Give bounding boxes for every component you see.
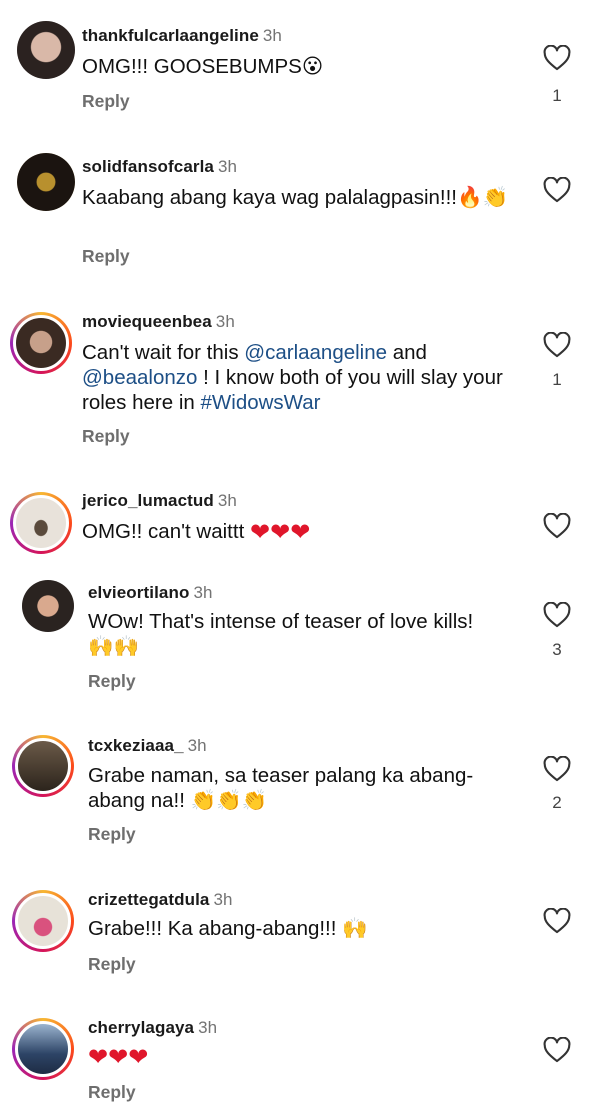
heart-outline-icon[interactable] [543, 602, 571, 628]
reply-button[interactable]: Reply [82, 246, 130, 267]
comment-item: cherrylagaya 3h ❤❤❤ Reply [0, 1010, 600, 1116]
reply-button[interactable]: Reply [82, 91, 130, 112]
comment-item: jerico_lumactud 3h OMG!! can't waittt ❤❤❤ [0, 480, 600, 575]
comment-body: Kaabang abang kaya wag palalagpasin!!! [82, 186, 457, 209]
username[interactable]: elvieortilano [88, 583, 189, 602]
heart-outline-icon[interactable] [543, 177, 571, 203]
comment-header: solidfansofcarla 3h [82, 157, 237, 177]
hashtag-link[interactable]: #WidowsWar [201, 391, 321, 414]
emoji: 👏👏👏 [190, 788, 268, 812]
comment-item: moviequeenbea 3h Can't wait for this @car… [0, 300, 600, 480]
comment-header: crizettegatdula 3h [88, 890, 233, 910]
reply-button[interactable]: Reply [82, 426, 130, 447]
comment-header: cherrylagaya 3h [88, 1018, 217, 1038]
comment-body: OMG!! can't waittt [82, 520, 245, 543]
comment-header: tcxkeziaaa_ 3h [88, 736, 207, 756]
comment-body: Grabe naman, sa teaser palang ka abang-a… [88, 764, 474, 812]
comment-text: Kaabang abang kaya wag palalagpasin!!!🔥👏 [82, 185, 522, 210]
emoji: 🔥👏 [457, 185, 509, 209]
like-count: 2 [552, 793, 562, 812]
heart-outline-icon[interactable] [543, 908, 571, 934]
comment-header: elvieortilano 3h [88, 583, 213, 603]
emoji: 🙌 [342, 916, 368, 940]
emoji: 😮 [301, 54, 324, 78]
comment-text: OMG!!! GOOSEBUMPS😮 [82, 54, 522, 79]
comment-body: WOw! That's intense of teaser of love ki… [88, 610, 474, 633]
heart-outline-icon[interactable] [543, 1037, 571, 1063]
avatar[interactable] [22, 580, 74, 632]
comment-body: Can't wait for this [82, 341, 245, 364]
avatar[interactable] [12, 1018, 74, 1080]
comment-text: ❤❤❤ [88, 1044, 528, 1070]
timestamp: 3h [198, 1018, 218, 1037]
username[interactable]: crizettegatdula [88, 890, 209, 909]
like-count: 1 [552, 370, 562, 389]
timestamp: 3h [193, 583, 213, 602]
emoji: 🙌🙌 [88, 634, 140, 658]
timestamp: 3h [217, 157, 238, 176]
username[interactable]: thankfulcarlaangeline [82, 26, 259, 45]
heart-outline-icon[interactable] [543, 513, 571, 539]
username[interactable]: moviequeenbea [82, 312, 212, 331]
heart-outline-icon[interactable] [543, 45, 571, 71]
avatar[interactable] [12, 735, 74, 797]
timestamp: 3h [187, 736, 207, 755]
timestamp: 3h [262, 26, 282, 45]
comment-header: jerico_lumactud 3h [82, 491, 237, 511]
reply-button[interactable]: Reply [88, 1082, 136, 1103]
like-count: 3 [552, 640, 562, 659]
username[interactable]: solidfansofcarla [82, 157, 214, 176]
avatar[interactable] [10, 312, 72, 374]
avatar[interactable] [17, 153, 75, 211]
comment-text: Can't wait for this @carlaangeline and @… [82, 340, 512, 415]
username[interactable]: cherrylagaya [88, 1018, 194, 1037]
emoji: ❤❤❤ [88, 1043, 149, 1071]
reply-button[interactable]: Reply [88, 671, 136, 692]
comment-text: WOw! That's intense of teaser of love ki… [88, 609, 528, 659]
heart-outline-icon[interactable] [543, 756, 571, 782]
comment-item: elvieortilano 3h WOw! That's intense of t… [0, 575, 600, 725]
mention-link[interactable]: @carlaangeline [244, 341, 387, 364]
reply-button[interactable]: Reply [88, 954, 136, 975]
comment-body: OMG!!! GOOSEBUMPS [82, 55, 302, 78]
comment-item: tcxkeziaaa_ 3h Grabe naman, sa teaser pal… [0, 725, 600, 880]
comment-body: Grabe!!! Ka abang-abang!!! [88, 917, 337, 940]
timestamp: 3h [215, 312, 235, 331]
timestamp: 3h [217, 491, 237, 510]
comment-item: solidfansofcarla 3h Kaabang abang kaya wa… [0, 140, 600, 300]
avatar[interactable] [10, 492, 72, 554]
mention-link[interactable]: @beaalonzo [82, 366, 197, 389]
timestamp: 3h [213, 890, 233, 909]
emoji: ❤❤❤ [249, 518, 311, 546]
username[interactable]: jerico_lumactud [82, 491, 214, 510]
avatar[interactable] [12, 890, 74, 952]
like-count: 1 [552, 86, 562, 105]
comment-text: OMG!! can't waittt ❤❤❤ [82, 519, 522, 545]
comment-text: Grabe naman, sa teaser palang ka abang-a… [88, 763, 508, 813]
comment-item: crizettegatdula 3h Grabe!!! Ka abang-aban… [0, 880, 600, 1010]
reply-button[interactable]: Reply [88, 824, 136, 845]
avatar[interactable] [17, 21, 75, 79]
comment-header: thankfulcarlaangeline 3h [82, 26, 282, 46]
comment-item: thankfulcarlaangeline 3h OMG!!! GOOSEBUMP… [0, 0, 600, 140]
comment-text: Grabe!!! Ka abang-abang!!! 🙌 [88, 916, 528, 941]
comment-header: moviequeenbea 3h [82, 312, 235, 332]
comment-body: and [387, 341, 427, 364]
username[interactable]: tcxkeziaaa_ [88, 736, 184, 755]
heart-outline-icon[interactable] [543, 332, 571, 358]
